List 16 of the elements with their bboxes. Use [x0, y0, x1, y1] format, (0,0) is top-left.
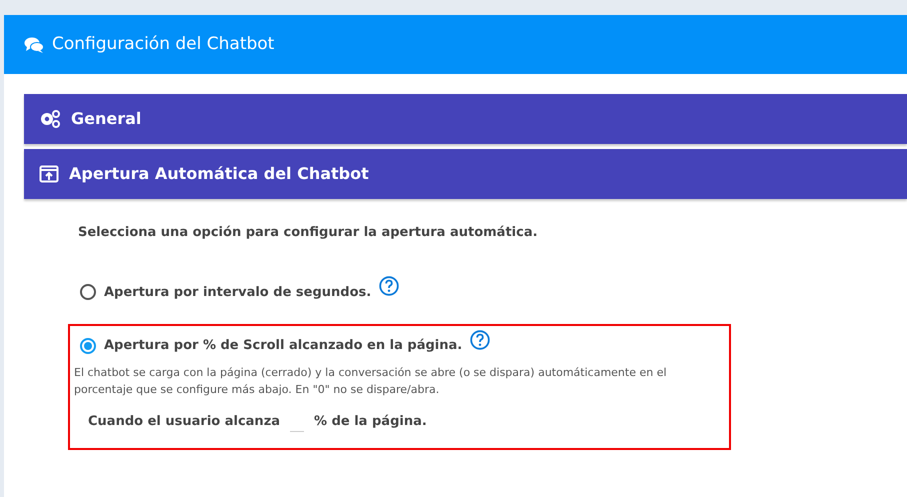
radio-button[interactable] [80, 284, 96, 300]
section-header[interactable]: General [24, 94, 907, 144]
field-label: Cuando el usuario alcanza [88, 412, 280, 431]
help-icon[interactable] [379, 276, 400, 296]
gears-icon [39, 110, 61, 128]
chat-icon [24, 36, 44, 52]
help-icon[interactable] [470, 330, 490, 350]
option-label: Apertura por intervalo de segundos. [104, 284, 372, 302]
option-label: Apertura por % de Scroll alcanzado en la página. [104, 337, 462, 355]
window-upload-icon [39, 165, 59, 183]
field-suffix: % de la página. [314, 412, 427, 431]
radio-button[interactable] [80, 338, 96, 354]
card-title: Configuración del Chatbot [52, 32, 274, 56]
instruction-text: Selecciona una opción para configurar la apertura automática. [78, 224, 539, 242]
option-description: El chatbot se carga con la página (cerrado) y la conversación se abre (o se dispara) automáticamente en el porcentaje que se configure más abajo. En "0" no se dispare/abra. [74, 364, 668, 398]
section-header[interactable]: Apertura Automática del Chatbot [24, 149, 907, 199]
